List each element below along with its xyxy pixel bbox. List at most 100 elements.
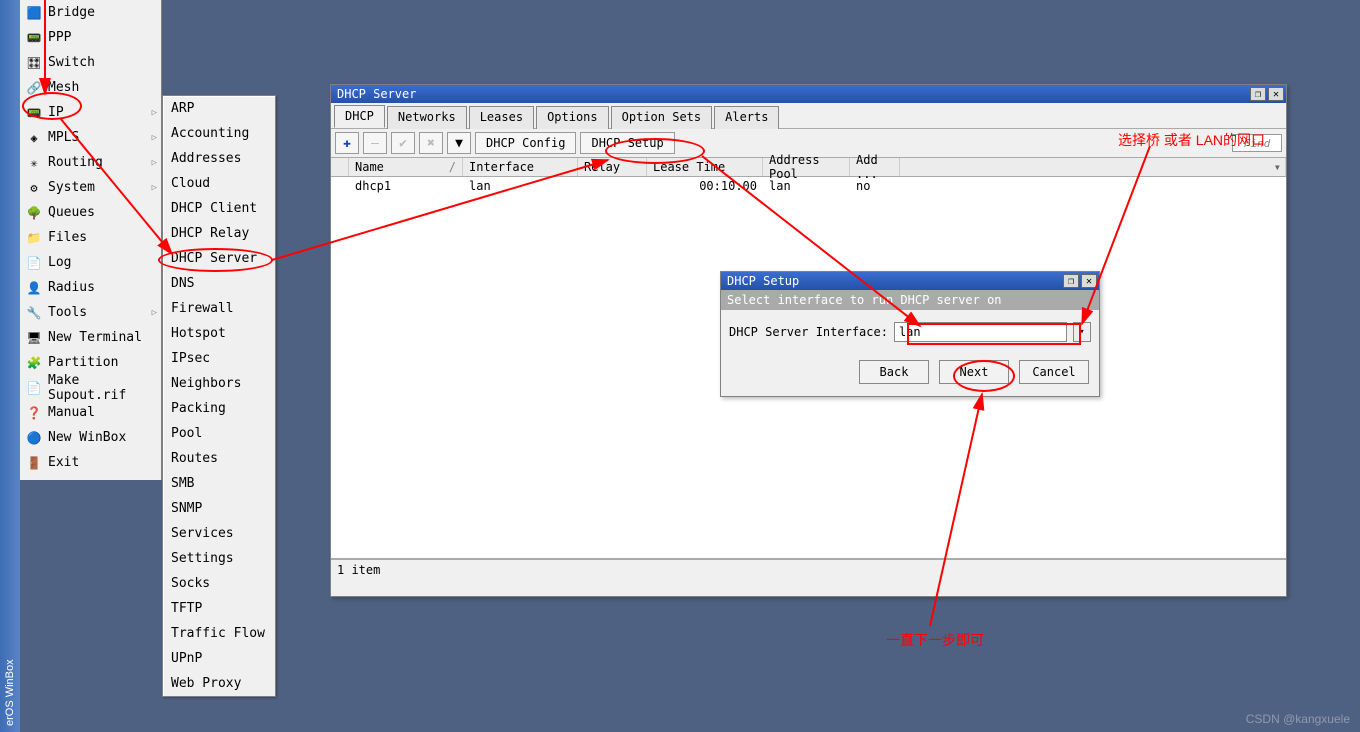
main-menu-routing[interactable]: ✳Routing▷	[20, 150, 161, 175]
submenu-settings[interactable]: Settings	[163, 546, 275, 571]
main-menu-queues[interactable]: 🌳 Queues	[20, 200, 161, 225]
submenu-tftp[interactable]: TFTP	[163, 596, 275, 621]
menu-label: Log	[48, 255, 157, 270]
tab-alerts[interactable]: Alerts	[714, 106, 779, 129]
dhcp-setup-dialog: DHCP Setup ❐ ✕ Select interface to run D…	[720, 271, 1100, 397]
table-row[interactable]: dhcp1 lan 00:10:00 lan no	[331, 177, 1286, 195]
main-menu-tools[interactable]: 🔧Tools▷	[20, 300, 161, 325]
col-pool[interactable]: Address Pool	[763, 158, 850, 176]
setup-title: DHCP Setup	[727, 274, 1061, 288]
main-menu-switch[interactable]: 🎛Switch	[20, 50, 161, 75]
main-menu-new-terminal[interactable]: 🖥New Terminal	[20, 325, 161, 350]
dhcp-title: DHCP Server	[337, 87, 1248, 101]
menu-icon: ✳	[26, 155, 42, 171]
setup-interface-input[interactable]	[894, 322, 1067, 342]
main-menu-ppp[interactable]: 📟PPP	[20, 25, 161, 50]
submenu-dns[interactable]: DNS	[163, 271, 275, 296]
setup-close-button[interactable]: ✕	[1081, 274, 1097, 288]
dhcp-tabs: DHCPNetworksLeasesOptionsOption SetsAler…	[331, 103, 1286, 128]
setup-interface-dropdown[interactable]: ▾	[1073, 322, 1091, 342]
submenu-pool[interactable]: Pool	[163, 421, 275, 446]
menu-label: Files	[48, 230, 157, 245]
tab-networks[interactable]: Networks	[387, 106, 467, 129]
submenu-hotspot[interactable]: Hotspot	[163, 321, 275, 346]
tab-option-sets[interactable]: Option Sets	[611, 106, 712, 129]
main-menu-exit[interactable]: 🚪Exit	[20, 450, 161, 475]
menu-icon: 🖥	[26, 330, 42, 346]
enable-button[interactable]: ✔	[391, 132, 415, 154]
submenu-web-proxy[interactable]: Web Proxy	[163, 671, 275, 696]
submenu-neighbors[interactable]: Neighbors	[163, 371, 275, 396]
cancel-button[interactable]: Cancel	[1019, 360, 1089, 384]
main-menu-bridge[interactable]: 🟦Bridge	[20, 0, 161, 25]
disable-button[interactable]: ✖	[419, 132, 443, 154]
remove-button[interactable]: —	[363, 132, 387, 154]
menu-icon: 🌳	[26, 205, 42, 221]
menu-icon: 📟	[26, 30, 42, 46]
submenu-ipsec[interactable]: IPsec	[163, 346, 275, 371]
main-menu-system[interactable]: ⚙System▷	[20, 175, 161, 200]
tab-dhcp[interactable]: DHCP	[334, 105, 385, 128]
menu-label: Manual	[48, 405, 157, 420]
submenu-packing[interactable]: Packing	[163, 396, 275, 421]
dhcp-table-header: Name/ Interface Relay Lease Time Address…	[331, 158, 1286, 177]
main-menu-partition[interactable]: 🧩Partition	[20, 350, 161, 375]
submenu-services[interactable]: Services	[163, 521, 275, 546]
menu-icon: 🔗	[26, 80, 42, 96]
submenu-dhcp-server[interactable]: DHCP Server	[163, 246, 275, 271]
menu-label: Tools	[48, 305, 152, 320]
main-menu-make-supout-rif[interactable]: 📄Make Supout.rif	[20, 375, 161, 400]
main-menu-log[interactable]: 📄 Log	[20, 250, 161, 275]
chevron-right-icon: ▷	[152, 308, 157, 318]
main-menu-mesh[interactable]: 🔗Mesh	[20, 75, 161, 100]
dhcp-config-button[interactable]: DHCP Config	[475, 132, 576, 154]
col-flag[interactable]	[331, 158, 349, 176]
col-name[interactable]: Name/	[349, 158, 463, 176]
menu-icon: 📁	[26, 230, 42, 246]
chevron-right-icon: ▷	[152, 133, 157, 143]
menu-label: Partition	[48, 355, 157, 370]
col-spacer[interactable]: ▾	[900, 158, 1286, 176]
add-button[interactable]: ✚	[335, 132, 359, 154]
submenu-upnp[interactable]: UPnP	[163, 646, 275, 671]
main-menu-mpls[interactable]: ◈MPLS▷	[20, 125, 161, 150]
window-close-button[interactable]: ✕	[1268, 87, 1284, 101]
main-menu-new-winbox[interactable]: 🔵New WinBox	[20, 425, 161, 450]
menu-label: Queues	[48, 205, 157, 220]
find-input[interactable]: Find	[1232, 134, 1282, 152]
back-button[interactable]: Back	[859, 360, 929, 384]
submenu-firewall[interactable]: Firewall	[163, 296, 275, 321]
submenu-accounting[interactable]: Accounting	[163, 121, 275, 146]
submenu-dhcp-client[interactable]: DHCP Client	[163, 196, 275, 221]
menu-icon: 👤	[26, 280, 42, 296]
submenu-addresses[interactable]: Addresses	[163, 146, 275, 171]
submenu-snmp[interactable]: SNMP	[163, 496, 275, 521]
tab-leases[interactable]: Leases	[469, 106, 534, 129]
setup-restore-button[interactable]: ❐	[1063, 274, 1079, 288]
tab-options[interactable]: Options	[536, 106, 609, 129]
main-menu-radius[interactable]: 👤Radius	[20, 275, 161, 300]
col-interface[interactable]: Interface	[463, 158, 578, 176]
main-menu-manual[interactable]: ❓Manual	[20, 400, 161, 425]
menu-icon: 📄	[26, 255, 42, 271]
submenu-traffic-flow[interactable]: Traffic Flow	[163, 621, 275, 646]
dhcp-titlebar[interactable]: DHCP Server ❐ ✕	[331, 85, 1286, 103]
next-button[interactable]: Next	[939, 360, 1009, 384]
main-menu-ip[interactable]: 📟IP▷	[20, 100, 161, 125]
submenu-dhcp-relay[interactable]: DHCP Relay	[163, 221, 275, 246]
col-lease[interactable]: Lease Time	[647, 158, 763, 176]
submenu-routes[interactable]: Routes	[163, 446, 275, 471]
setup-titlebar[interactable]: DHCP Setup ❐ ✕	[721, 272, 1099, 290]
submenu-socks[interactable]: Socks	[163, 571, 275, 596]
submenu-cloud[interactable]: Cloud	[163, 171, 275, 196]
dhcp-setup-button[interactable]: DHCP Setup	[580, 132, 674, 154]
window-restore-button[interactable]: ❐	[1250, 87, 1266, 101]
col-relay[interactable]: Relay	[578, 158, 647, 176]
filter-button[interactable]: ▼	[447, 132, 471, 154]
menu-icon: 🟦	[26, 5, 42, 21]
col-add[interactable]: Add ...	[850, 158, 900, 176]
submenu-smb[interactable]: SMB	[163, 471, 275, 496]
submenu-arp[interactable]: ARP	[163, 96, 275, 121]
main-menu-files[interactable]: 📁 Files	[20, 225, 161, 250]
menu-icon: 🎛	[26, 55, 42, 71]
